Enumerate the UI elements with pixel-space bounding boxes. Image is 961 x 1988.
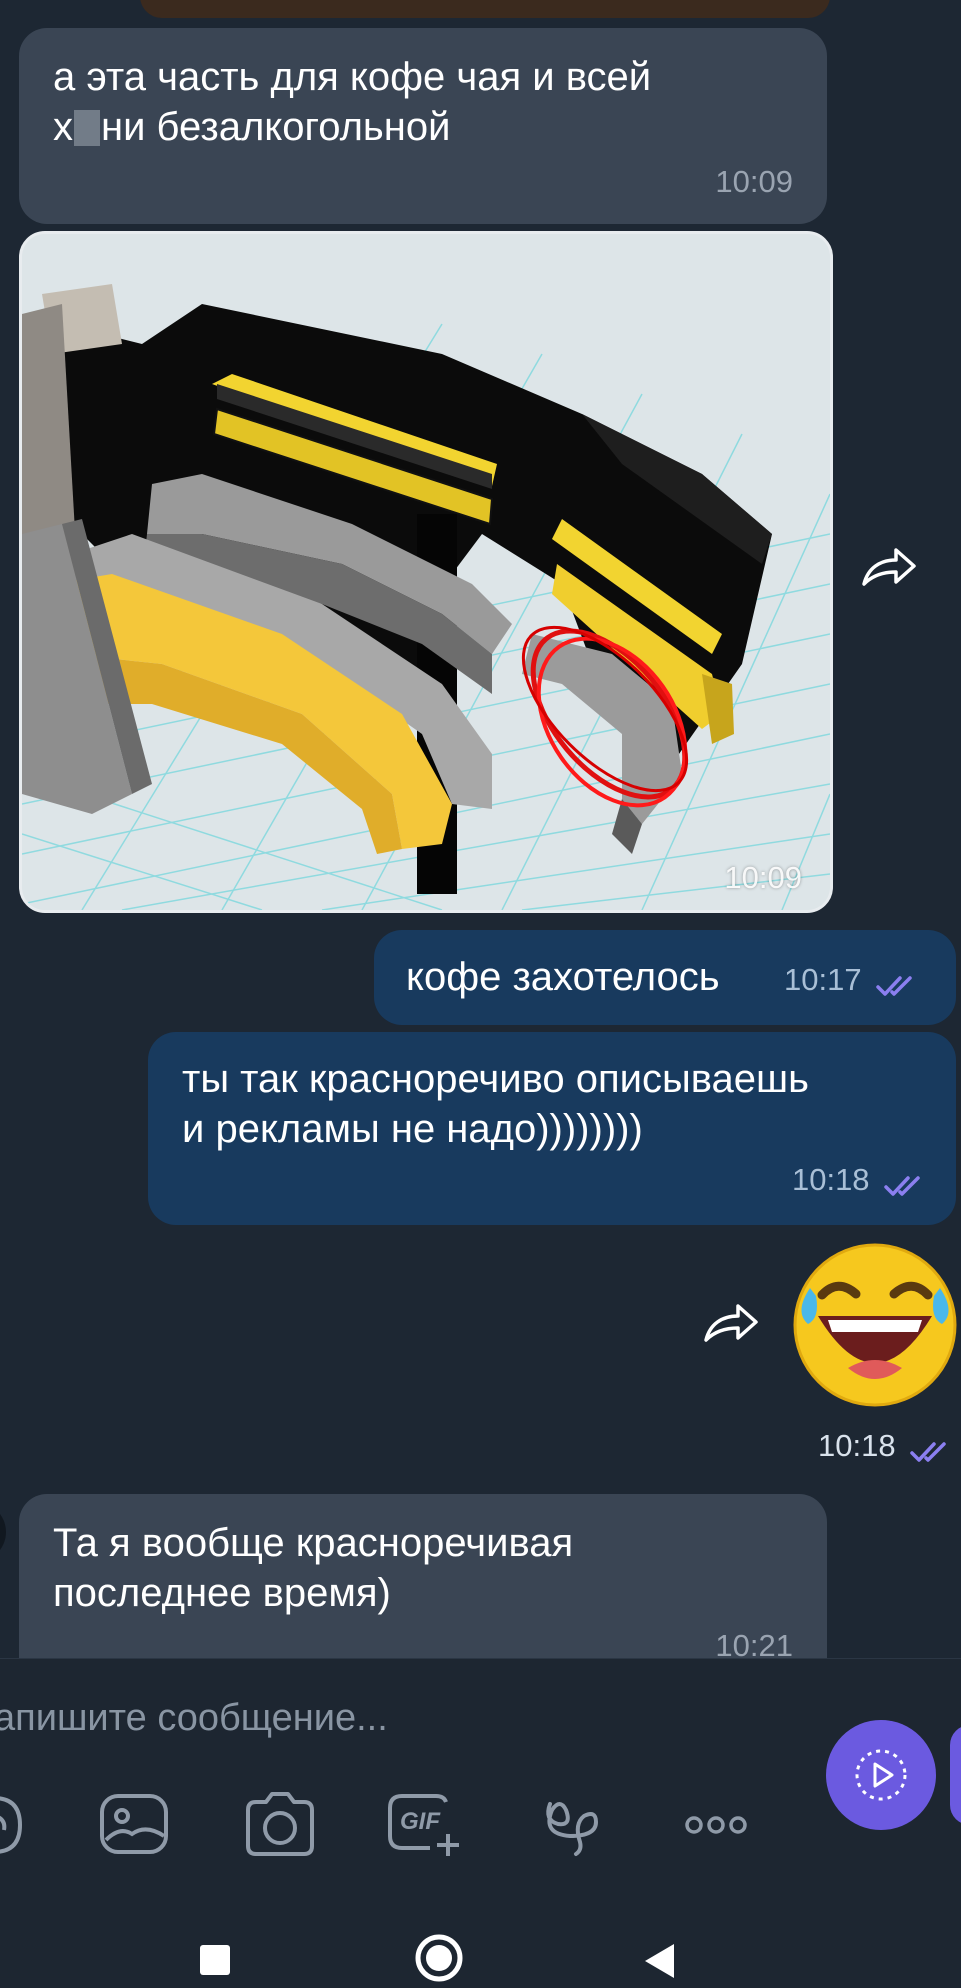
- incoming-message[interactable]: а эта часть для кофе чая и всей х ни беза…: [19, 28, 827, 224]
- gallery-icon[interactable]: [98, 1790, 170, 1860]
- message-line: а эта часть для кофе чая и всей: [53, 55, 652, 99]
- message-time: 10:18: [791, 1162, 870, 1197]
- message-input[interactable]: апишите сообщение...: [0, 1697, 388, 1740]
- photo-message[interactable]: 10:09: [19, 231, 833, 913]
- message-meta: 10:18: [792, 1162, 926, 1198]
- message-time: 10:17: [784, 962, 862, 997]
- back-icon[interactable]: [642, 1942, 678, 1980]
- double-check-icon: [884, 1176, 920, 1196]
- message-time: 10:18: [818, 1428, 896, 1463]
- message-line: х ни безалкогольной: [53, 105, 451, 149]
- send-button-edge: [950, 1725, 961, 1825]
- incoming-message[interactable]: Та я вообще красноречивая последнее врем…: [19, 1494, 827, 1658]
- message-text: кофе захотелось: [406, 955, 720, 999]
- camera-icon[interactable]: [242, 1790, 318, 1860]
- avatar[interactable]: [0, 1502, 6, 1562]
- message-line: ты так красноречиво описываешь: [182, 1057, 809, 1101]
- sticker-meta: 10:18: [818, 1428, 952, 1464]
- double-check-icon: [910, 1442, 946, 1462]
- video-message-icon: [855, 1749, 907, 1801]
- message-time: 10:21: [715, 1628, 793, 1658]
- recents-icon[interactable]: [198, 1943, 232, 1977]
- photo-time: 10:09: [724, 860, 802, 895]
- message-line: Та я вообще красноречивая: [53, 1521, 574, 1565]
- doodle-icon[interactable]: [540, 1790, 610, 1860]
- message-line: последнее время): [53, 1571, 391, 1615]
- laughing-emoji-sticker[interactable]: [790, 1240, 960, 1410]
- sticker-icon[interactable]: [0, 1790, 30, 1860]
- message-meta: 10:17: [784, 962, 918, 998]
- forward-arrow-icon[interactable]: [858, 542, 918, 590]
- outgoing-message[interactable]: кофе захотелось 10:17: [374, 930, 956, 1025]
- bar-render-image: [22, 234, 830, 910]
- home-icon[interactable]: [414, 1933, 464, 1983]
- gif-button[interactable]: GIF: [386, 1790, 466, 1860]
- more-icon[interactable]: [684, 1790, 748, 1860]
- censor-mark: [74, 110, 100, 146]
- gif-label: GIF: [400, 1808, 440, 1835]
- message-line: и рекламы не надо)))))))): [182, 1107, 643, 1151]
- video-message-button[interactable]: [826, 1720, 936, 1830]
- previous-message-edge: [140, 0, 830, 18]
- forward-arrow-icon[interactable]: [700, 1298, 760, 1346]
- double-check-icon: [876, 976, 912, 996]
- chat-area[interactable]: а эта часть для кофе чая и всей х ни беза…: [0, 0, 961, 1658]
- message-time: 10:09: [715, 164, 793, 199]
- outgoing-message[interactable]: ты так красноречиво описываешь и рекламы…: [148, 1032, 956, 1225]
